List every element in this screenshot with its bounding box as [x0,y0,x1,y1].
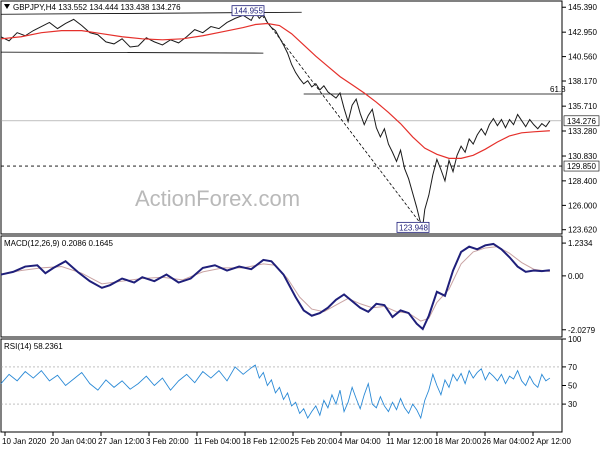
x-tick-label: 2 Apr 12:00 [530,437,571,446]
rsi-y-tick-label: 50 [568,382,577,391]
x-tick-label: 10 Jan 2020 [2,437,47,446]
macd-y-tick-label: -2.0279 [568,326,596,335]
panel-frame-rsi [0,338,563,433]
x-tick-label: 11 Feb 04:00 [194,437,241,446]
price-y-tick-label: 138.170 [568,77,597,86]
macd-label: MACD(12,26,9) 0.2086 0.1645 [4,239,114,248]
x-tick-label: 18 Feb 12:00 [242,437,290,446]
trend-line-bottom [0,51,264,54]
macd-signal-line [0,246,550,322]
symbol-header: GBPJPY,H4 133.552 134.444 133.438 134.27… [13,3,181,12]
macd-line [0,242,550,331]
x-tick-label: 26 Mar 04:00 [482,437,530,446]
price-y-tick-label: 142.950 [568,28,597,37]
x-tick-label: 18 Mar 20:00 [434,437,482,446]
moving-average-line [0,22,550,159]
current-price-label: 134.276 [567,117,596,126]
symbol-arrow-icon [4,4,10,9]
high-annotation-label: 144.955 [234,7,263,16]
rsi-label: RSI(14) 58.2361 [4,342,63,351]
rsi-y-tick-label: 70 [568,363,577,372]
rsi-y-tick-label: 100 [568,335,582,344]
fib-618-label: 61.8 [550,85,566,94]
macd-y-tick-label: 0.00 [568,272,584,281]
support-level-label: 129.850 [567,162,596,171]
chart-svg: ActionForex.com 145.390 142.950 140.560 138.… [0,0,600,446]
price-y-tick-label: 123.620 [568,226,597,235]
price-y-tick-label: 140.560 [568,53,597,62]
x-tick-label: 3 Feb 20:00 [146,437,189,446]
panel-frame-macd [0,235,563,338]
rsi-y-tick-label: 30 [568,400,577,409]
price-y-tick-label: 128.400 [568,177,597,186]
watermark-text: ActionForex.com [135,186,300,211]
price-y-tick-label: 145.390 [568,3,597,12]
price-y-tick-label: 130.830 [568,152,597,161]
rsi-line [0,364,551,420]
x-tick-label: 11 Mar 12:00 [386,437,433,446]
chart-root: ActionForex.com 145.390 142.950 140.560 138.… [0,0,600,450]
x-tick-label: 20 Jan 04:00 [50,437,97,446]
x-tick-label: 27 Jan 12:00 [98,437,145,446]
low-annotation-label: 123.948 [399,223,428,232]
price-y-tick-label: 126.000 [568,201,597,210]
x-tick-label: 25 Feb 20:00 [290,437,338,446]
macd-y-tick-label: 1.2334 [568,239,593,248]
x-tick-label: 4 Mar 04:00 [338,437,381,446]
price-y-tick-label: 135.710 [568,102,597,111]
price-y-tick-label: 133.280 [568,127,597,136]
